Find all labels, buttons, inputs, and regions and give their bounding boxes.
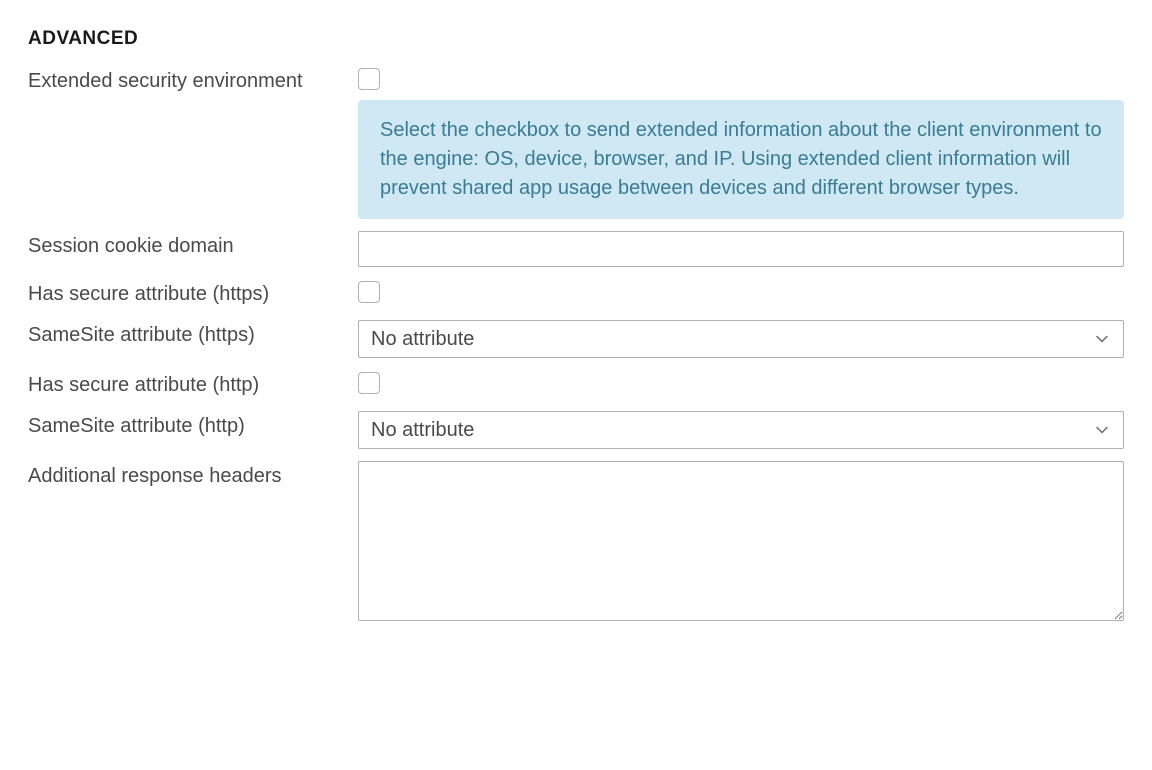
section-heading: ADVANCED [28, 28, 1124, 50]
extended-security-label: Extended security environment [28, 66, 358, 95]
has-secure-http-row: Has secure attribute (http) [28, 370, 1124, 399]
extended-security-info: Select the checkbox to send extended inf… [358, 100, 1124, 219]
samesite-http-row: SameSite attribute (http) No attribute [28, 411, 1124, 449]
samesite-https-row: SameSite attribute (https) No attribute [28, 320, 1124, 358]
has-secure-http-label: Has secure attribute (http) [28, 370, 358, 399]
additional-headers-row: Additional response headers [28, 461, 1124, 621]
samesite-https-select-wrap: No attribute [358, 320, 1124, 358]
has-secure-http-checkbox[interactable] [358, 372, 380, 394]
samesite-https-value: No attribute [371, 328, 474, 351]
samesite-https-select[interactable]: No attribute [358, 320, 1124, 358]
extended-security-row: Extended security environment Select the… [28, 66, 1124, 219]
additional-headers-controls [358, 461, 1124, 621]
session-cookie-domain-label: Session cookie domain [28, 231, 358, 260]
extended-security-controls: Select the checkbox to send extended inf… [358, 66, 1124, 219]
samesite-http-select[interactable]: No attribute [358, 411, 1124, 449]
samesite-http-select-wrap: No attribute [358, 411, 1124, 449]
additional-headers-textarea[interactable] [358, 461, 1124, 621]
samesite-http-controls: No attribute [358, 411, 1124, 449]
samesite-http-label: SameSite attribute (http) [28, 411, 358, 440]
has-secure-https-controls [358, 279, 1124, 303]
extended-security-checkbox[interactable] [358, 68, 380, 90]
samesite-https-label: SameSite attribute (https) [28, 320, 358, 349]
advanced-section: ADVANCED Extended security environment S… [28, 28, 1124, 621]
has-secure-http-controls [358, 370, 1124, 394]
has-secure-https-label: Has secure attribute (https) [28, 279, 358, 308]
has-secure-https-row: Has secure attribute (https) [28, 279, 1124, 308]
samesite-http-value: No attribute [371, 419, 474, 442]
session-cookie-domain-input[interactable] [358, 231, 1124, 267]
has-secure-https-checkbox[interactable] [358, 281, 380, 303]
samesite-https-controls: No attribute [358, 320, 1124, 358]
additional-headers-label: Additional response headers [28, 461, 358, 490]
session-cookie-domain-controls [358, 231, 1124, 267]
session-cookie-domain-row: Session cookie domain [28, 231, 1124, 267]
